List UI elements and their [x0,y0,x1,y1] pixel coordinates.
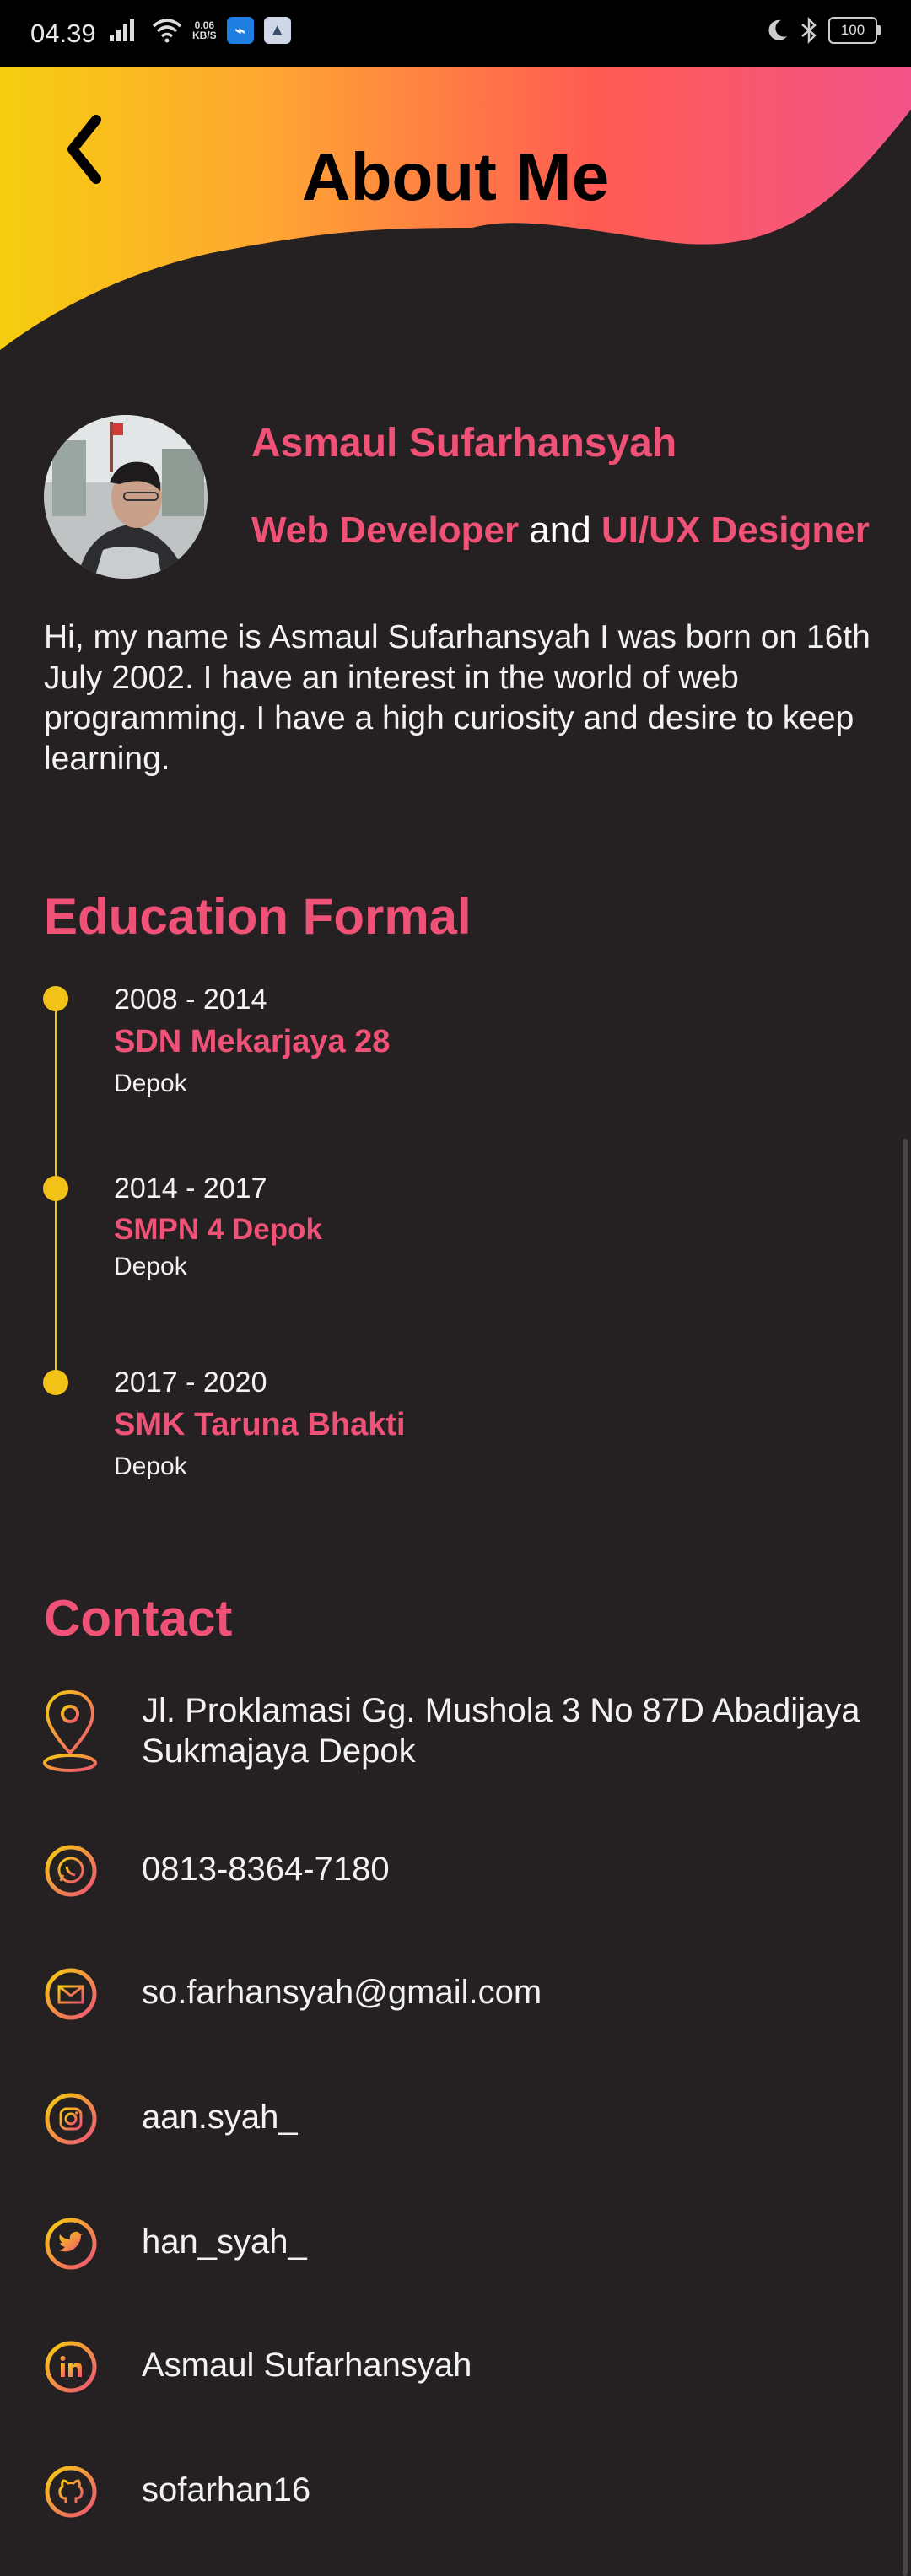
signal-icon [110,19,134,41]
role-conjunction: and [519,509,601,551]
profile-name: Asmaul Sufarhansyah [251,421,677,466]
profile-role: Web Developer and UI/UX Designer [251,509,870,552]
battery-level: 100 [828,17,877,44]
moon-icon [768,19,787,40]
usb-icon: ⌁ [226,17,254,44]
wifi-icon [152,19,182,43]
education-city: Depok [114,1452,187,1480]
role-web-developer: Web Developer [251,509,520,551]
bluetooth-icon [801,17,817,44]
contact-instagram[interactable]: aan.syah_ [142,2097,298,2137]
status-left-icons: 0.06 KB/S ⌁ ▲ [108,17,291,44]
instagram-icon[interactable] [44,2092,98,2146]
twitter-icon[interactable] [44,2217,98,2271]
avatar [44,415,208,579]
whatsapp-icon[interactable] [44,1844,98,1898]
education-city: Depok [114,1253,187,1280]
education-years: 2008 - 2014 [114,984,267,1016]
contact-github[interactable]: sofarhan16 [142,2470,310,2510]
github-icon[interactable] [44,2465,98,2519]
contact-email[interactable]: so.farhansyah@gmail.com [142,1972,542,2013]
notification-app-icon: ▲ [263,17,291,44]
status-right-icons: 100 [764,17,881,44]
status-bar: 04.39 0.06 KB/S ⌁ ▲ 100 [0,0,911,67]
status-time: 04.39 [30,19,96,48]
education-years: 2014 - 2017 [114,1172,267,1204]
role-uiux-designer: UI/UX Designer [601,509,870,551]
contact-linkedin[interactable]: Asmaul Sufarhansyah [142,2345,472,2385]
contact-title: Contact [44,1590,233,1646]
education-school: SMPN 4 Depok [114,1213,322,1246]
timeline-dot [43,1176,68,1201]
contact-twitter[interactable]: han_syah_ [142,2222,307,2262]
education-school: SDN Mekarjaya 28 [114,1024,391,1059]
education-title: Education Formal [44,888,472,945]
scrollbar[interactable] [903,1139,908,2576]
timeline-dot [43,986,68,1011]
battery-icon: 100 [828,17,881,44]
email-icon[interactable] [44,1967,98,2021]
education-city: Depok [114,1070,187,1097]
net-speed: 0.06 KB/S [192,20,217,40]
location-pin-icon [43,1689,97,1772]
timeline-dot [43,1370,68,1395]
contact-whatsapp[interactable]: 0813-8364-7180 [142,1849,390,1889]
bio-text: Hi, my name is Asmaul Sufarhansyah I was… [44,619,871,777]
education-school: SMK Taruna Bhakti [114,1407,406,1442]
contact-address: Jl. Proklamasi Gg. Mushola 3 No 87D Abad… [142,1692,860,1770]
net-speed-unit: KB/S [192,30,217,41]
page-title: About Me [301,139,610,214]
linkedin-icon[interactable] [44,2340,98,2394]
education-years: 2017 - 2020 [114,1366,267,1398]
